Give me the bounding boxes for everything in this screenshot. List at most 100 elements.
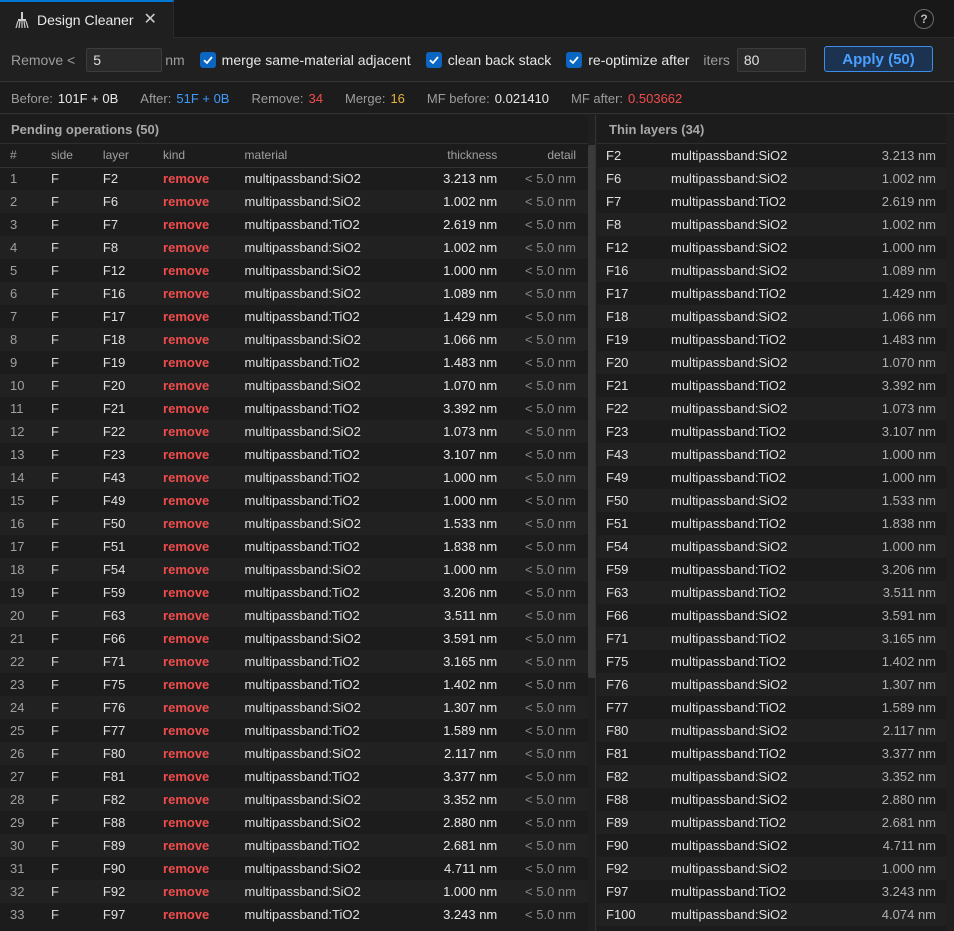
- thin-row[interactable]: F7 multipassband:TiO2 2.619 nm: [597, 190, 946, 213]
- thin-row[interactable]: F81 multipassband:TiO2 3.377 nm: [597, 742, 946, 765]
- help-icon[interactable]: ?: [914, 9, 934, 29]
- pending-row[interactable]: 27 F F81 remove multipassband:TiO2 3.377 nm < …: [0, 765, 588, 788]
- thin-thickness: 2.619 nm: [846, 190, 946, 213]
- thin-row[interactable]: F89 multipassband:TiO2 2.681 nm: [597, 811, 946, 834]
- pending-row[interactable]: 20 F F63 remove multipassband:TiO2 3.511 nm < …: [0, 604, 588, 627]
- reoptimize-checkbox[interactable]: [566, 51, 583, 68]
- pending-row[interactable]: 18 F F54 remove multipassband:SiO2 1.000 nm < …: [0, 558, 588, 581]
- pending-row[interactable]: 12 F F22 remove multipassband:SiO2 1.073 nm < …: [0, 420, 588, 443]
- pending-row[interactable]: 10 F F20 remove multipassband:SiO2 1.070 nm < …: [0, 374, 588, 397]
- pending-row[interactable]: 1 F F2 remove multipassband:SiO2 3.213 nm < 5.…: [0, 167, 588, 190]
- thin-row[interactable]: F17 multipassband:TiO2 1.429 nm: [597, 282, 946, 305]
- thin-row[interactable]: F71 multipassband:TiO2 3.165 nm: [597, 627, 946, 650]
- thin-row[interactable]: F77 multipassband:TiO2 1.589 nm: [597, 696, 946, 719]
- row-material: multipassband:TiO2: [244, 903, 398, 926]
- pending-row[interactable]: 4 F F8 remove multipassband:SiO2 1.002 nm < 5.…: [0, 236, 588, 259]
- thin-row[interactable]: F2 multipassband:SiO2 3.213 nm: [597, 144, 946, 167]
- pending-row[interactable]: 19 F F59 remove multipassband:TiO2 3.206 nm < …: [0, 581, 588, 604]
- pending-row[interactable]: 17 F F51 remove multipassband:TiO2 1.838 nm < …: [0, 535, 588, 558]
- row-side: F: [50, 259, 103, 282]
- apply-button[interactable]: Apply (50): [824, 46, 933, 72]
- col-layer[interactable]: layer: [102, 144, 164, 168]
- col-side[interactable]: side: [50, 144, 103, 168]
- pending-row[interactable]: 8 F F18 remove multipassband:SiO2 1.066 nm < 5…: [0, 328, 588, 351]
- close-icon[interactable]: ✕: [144, 12, 157, 28]
- pending-row[interactable]: 22 F F71 remove multipassband:TiO2 3.165 nm < …: [0, 650, 588, 673]
- thin-row[interactable]: F82 multipassband:SiO2 3.352 nm: [597, 765, 946, 788]
- row-index: 4: [0, 236, 51, 259]
- thin-row[interactable]: F59 multipassband:TiO2 3.206 nm: [597, 558, 946, 581]
- thin-row[interactable]: F49 multipassband:TiO2 1.000 nm: [597, 466, 946, 489]
- thin-material: multipassband:TiO2: [671, 282, 846, 305]
- thin-row[interactable]: F19 multipassband:TiO2 1.483 nm: [597, 328, 946, 351]
- pending-row[interactable]: 13 F F23 remove multipassband:TiO2 3.107 nm < …: [0, 443, 588, 466]
- row-material: multipassband:TiO2: [244, 213, 398, 236]
- col-detail[interactable]: detail: [497, 144, 588, 168]
- pending-row[interactable]: 33 F F97 remove multipassband:TiO2 3.243 nm < …: [0, 903, 588, 926]
- row-thickness: 1.000 nm: [397, 558, 498, 581]
- col-material[interactable]: material: [244, 144, 398, 168]
- thin-row[interactable]: F43 multipassband:TiO2 1.000 nm: [597, 443, 946, 466]
- row-side: F: [50, 489, 103, 512]
- pending-row[interactable]: 26 F F80 remove multipassband:SiO2 2.117 nm < …: [0, 742, 588, 765]
- thin-row[interactable]: F22 multipassband:SiO2 1.073 nm: [597, 397, 946, 420]
- pending-row[interactable]: 3 F F7 remove multipassband:TiO2 2.619 nm < 5.…: [0, 213, 588, 236]
- row-material: multipassband:TiO2: [244, 443, 398, 466]
- pending-row[interactable]: 16 F F50 remove multipassband:SiO2 1.533 nm < …: [0, 512, 588, 535]
- thin-layers-panel: Thin layers (34) F2 multipassband:SiO2 3.2…: [597, 115, 954, 931]
- pending-row[interactable]: 21 F F66 remove multipassband:SiO2 3.591 nm < …: [0, 627, 588, 650]
- row-layer: F77: [102, 719, 164, 742]
- pending-row[interactable]: 30 F F89 remove multipassband:TiO2 2.681 nm < …: [0, 834, 588, 857]
- thin-row[interactable]: F21 multipassband:TiO2 3.392 nm: [597, 374, 946, 397]
- pending-row[interactable]: 11 F F21 remove multipassband:TiO2 3.392 nm < …: [0, 397, 588, 420]
- thin-scrollbar-track[interactable]: [946, 115, 954, 931]
- pending-row[interactable]: 31 F F90 remove multipassband:SiO2 4.711 nm < …: [0, 857, 588, 880]
- row-detail: < 5.0 nm: [497, 742, 588, 765]
- pending-row[interactable]: 14 F F43 remove multipassband:TiO2 1.000 nm < …: [0, 466, 588, 489]
- thin-row[interactable]: F92 multipassband:SiO2 1.000 nm: [597, 857, 946, 880]
- pending-scrollbar-thumb[interactable]: [588, 145, 595, 678]
- pending-row[interactable]: 7 F F17 remove multipassband:TiO2 1.429 nm < 5…: [0, 305, 588, 328]
- thin-row[interactable]: F88 multipassband:SiO2 2.880 nm: [597, 788, 946, 811]
- thin-row[interactable]: F8 multipassband:SiO2 1.002 nm: [597, 213, 946, 236]
- thin-row[interactable]: F66 multipassband:SiO2 3.591 nm: [597, 604, 946, 627]
- thin-row[interactable]: F76 multipassband:SiO2 1.307 nm: [597, 673, 946, 696]
- pending-row[interactable]: 24 F F76 remove multipassband:SiO2 1.307 nm < …: [0, 696, 588, 719]
- thin-row[interactable]: F16 multipassband:SiO2 1.089 nm: [597, 259, 946, 282]
- thin-row[interactable]: F100 multipassband:SiO2 4.074 nm: [597, 903, 946, 926]
- pending-row[interactable]: 5 F F12 remove multipassband:SiO2 1.000 nm < 5…: [0, 259, 588, 282]
- thin-row[interactable]: F23 multipassband:TiO2 3.107 nm: [597, 420, 946, 443]
- pending-row[interactable]: 15 F F49 remove multipassband:TiO2 1.000 nm < …: [0, 489, 588, 512]
- merge-checkbox[interactable]: [199, 51, 216, 68]
- thin-row[interactable]: F6 multipassband:SiO2 1.002 nm: [597, 167, 946, 190]
- thin-row[interactable]: F51 multipassband:TiO2 1.838 nm: [597, 512, 946, 535]
- tab-design-cleaner[interactable]: Design Cleaner ✕: [0, 0, 174, 38]
- col-thickness[interactable]: thickness: [397, 144, 498, 168]
- row-thickness: 3.213 nm: [397, 167, 498, 190]
- remove-threshold-input[interactable]: 5: [86, 47, 163, 72]
- pending-row[interactable]: 29 F F88 remove multipassband:SiO2 2.880 nm < …: [0, 811, 588, 834]
- pending-row[interactable]: 28 F F82 remove multipassband:SiO2 3.352 nm < …: [0, 788, 588, 811]
- pending-row[interactable]: 9 F F19 remove multipassband:TiO2 1.483 nm < 5…: [0, 351, 588, 374]
- thin-row[interactable]: F75 multipassband:TiO2 1.402 nm: [597, 650, 946, 673]
- iters-input[interactable]: 80: [736, 47, 806, 72]
- thin-row[interactable]: F18 multipassband:SiO2 1.066 nm: [597, 305, 946, 328]
- thin-row[interactable]: F63 multipassband:TiO2 3.511 nm: [597, 581, 946, 604]
- thin-row[interactable]: F54 multipassband:SiO2 1.000 nm: [597, 535, 946, 558]
- pending-row[interactable]: 25 F F77 remove multipassband:TiO2 1.589 nm < …: [0, 719, 588, 742]
- thin-row[interactable]: F97 multipassband:TiO2 3.243 nm: [597, 880, 946, 903]
- thin-row[interactable]: F90 multipassband:SiO2 4.711 nm: [597, 834, 946, 857]
- pending-row[interactable]: 32 F F92 remove multipassband:SiO2 1.000 nm < …: [0, 880, 588, 903]
- thin-row[interactable]: F12 multipassband:SiO2 1.000 nm: [597, 236, 946, 259]
- row-kind: remove: [163, 190, 245, 213]
- pending-row[interactable]: 2 F F6 remove multipassband:SiO2 1.002 nm < 5.…: [0, 190, 588, 213]
- thin-row[interactable]: F80 multipassband:SiO2 2.117 nm: [597, 719, 946, 742]
- clean-back-checkbox[interactable]: [425, 51, 442, 68]
- pending-row[interactable]: 23 F F75 remove multipassband:TiO2 1.402 nm < …: [0, 673, 588, 696]
- col-kind[interactable]: kind: [163, 144, 245, 168]
- thin-row[interactable]: F50 multipassband:SiO2 1.533 nm: [597, 489, 946, 512]
- pending-row[interactable]: 6 F F16 remove multipassband:SiO2 1.089 nm < 5…: [0, 282, 588, 305]
- thin-material: multipassband:SiO2: [671, 213, 846, 236]
- thin-row[interactable]: F20 multipassband:SiO2 1.070 nm: [597, 351, 946, 374]
- col-index[interactable]: #: [0, 144, 51, 168]
